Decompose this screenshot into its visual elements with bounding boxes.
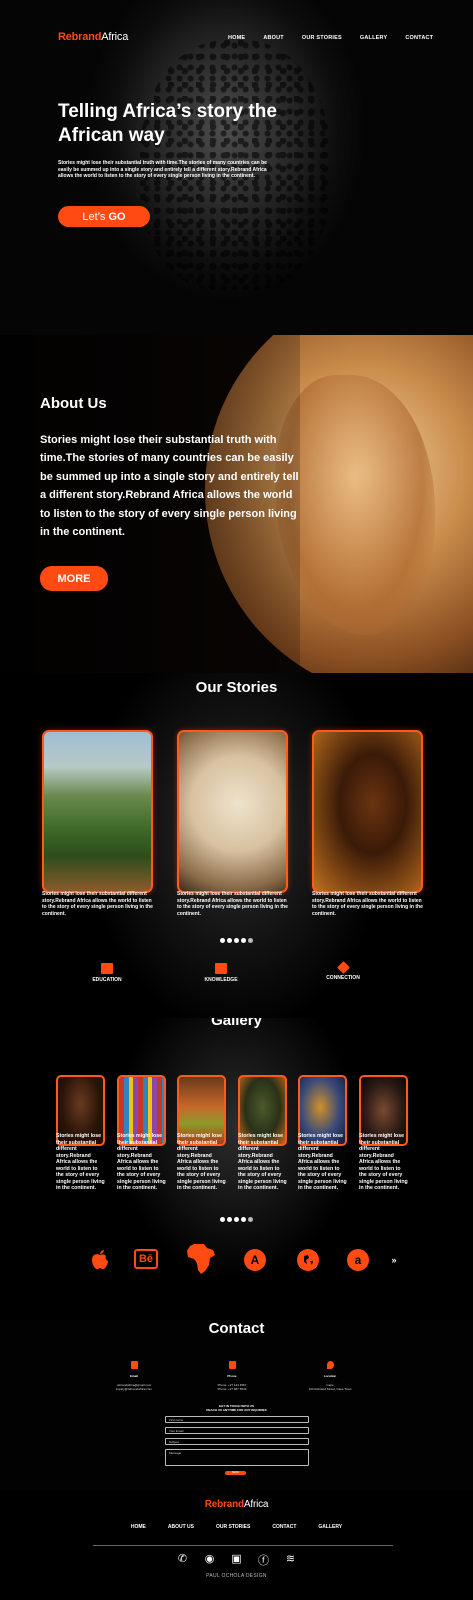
- footer-logo[interactable]: RebrandAfrica: [0, 1499, 473, 1510]
- phone-icon: [228, 1361, 236, 1369]
- footer-nav-contact[interactable]: CONTACT: [272, 1524, 296, 1530]
- carousel-dot[interactable]: [241, 938, 246, 943]
- gallery-section: Gallery Stories might lose their substan…: [0, 1018, 473, 1320]
- stories-carousel-dots: [0, 938, 473, 943]
- gallery-carousel-dots: [0, 1217, 473, 1222]
- spotify-icon[interactable]: ≋: [284, 1552, 298, 1568]
- carousel-dot[interactable]: [248, 938, 253, 943]
- hero-section: RebrandAfrica HOME ABOUT OUR STORIES GAL…: [0, 0, 473, 335]
- carousel-dot[interactable]: [234, 1217, 239, 1222]
- story-card-image[interactable]: [42, 730, 153, 893]
- connection-icon: [336, 961, 350, 974]
- gallery-caption: Stories might lose their substantial dif…: [238, 1133, 287, 1191]
- footer-icons: ✆ ◉ ▣ ⓕ ≋: [0, 1552, 473, 1568]
- story-card-text: Stories might lose their substantial dif…: [177, 891, 288, 917]
- whatsapp-icon[interactable]: ◉: [203, 1552, 217, 1568]
- apple-icon[interactable]: [90, 1249, 110, 1271]
- story-card-text: Stories might lose their substantial dif…: [42, 891, 153, 917]
- feature-knowledge[interactable]: KNOWLEDGE: [186, 963, 256, 983]
- gallery-caption: Stories might lose their substantial dif…: [117, 1133, 166, 1191]
- footer-nav: HOME ABOUT US OUR STORIES CONTACT GALLER…: [0, 1524, 473, 1530]
- brand-logo[interactable]: RebrandAfrica: [58, 31, 128, 43]
- story-card-image[interactable]: [312, 730, 423, 893]
- design-credit: PAUL OCHOLA DESIGN: [206, 1573, 267, 1579]
- app-store-icon[interactable]: A: [244, 1249, 266, 1271]
- contact-phone: Phone Phone: +27 123 4567 Phone: +27 987…: [187, 1361, 277, 1391]
- gallery-caption: Stories might lose their substantial dif…: [177, 1133, 226, 1191]
- gallery-caption: Stories might lose their substantial dif…: [298, 1133, 347, 1191]
- more-socials-button[interactable]: »: [388, 1249, 400, 1271]
- carousel-dot[interactable]: [248, 1217, 253, 1222]
- story-card-text: Stories might lose their substantial dif…: [312, 891, 423, 917]
- contact-location: Location Cape 123 Rebrand Street, Cape T…: [285, 1361, 375, 1391]
- africa-map-icon[interactable]: [186, 1243, 216, 1275]
- contact-email: Email rebrandafrica@gmail.com inquiry@re…: [89, 1361, 179, 1391]
- email-field[interactable]: Your Email: [165, 1427, 309, 1434]
- nav-about[interactable]: ABOUT: [263, 35, 284, 41]
- footer-nav-home[interactable]: HOME: [131, 1524, 146, 1530]
- globe-icon[interactable]: [297, 1249, 319, 1271]
- form-heading: GET IN TOUCH WITH US REACH US ANYTIME FO…: [206, 1404, 267, 1412]
- nav-gallery[interactable]: GALLERY: [360, 35, 387, 41]
- hero-text: Stories might lose their substantial tru…: [58, 160, 267, 179]
- gallery-caption: Stories might lose their substantial dif…: [359, 1133, 408, 1191]
- feature-connection[interactable]: CONNECTION: [308, 961, 378, 981]
- message-field[interactable]: Message: [165, 1449, 309, 1466]
- send-button[interactable]: SEND: [225, 1471, 246, 1475]
- gallery-title: Gallery: [211, 1018, 262, 1029]
- gallery-caption: Stories might lose their substantial dif…: [56, 1133, 105, 1191]
- instagram-icon[interactable]: ▣: [230, 1552, 244, 1568]
- footer-nav-our-stories[interactable]: OUR STORIES: [216, 1524, 250, 1530]
- story-card-image[interactable]: [177, 730, 288, 893]
- location-icon: [326, 1361, 334, 1369]
- stories-title: Our Stories: [195, 679, 278, 696]
- carousel-dot[interactable]: [227, 1217, 232, 1222]
- carousel-dot[interactable]: [220, 1217, 225, 1222]
- behance-icon[interactable]: Bē: [134, 1249, 158, 1269]
- stories-section: Our Stories Stories might lose their sub…: [0, 673, 473, 1018]
- book-icon: [101, 963, 113, 974]
- footer-nav-gallery[interactable]: GALLERY: [318, 1524, 342, 1530]
- more-button[interactable]: MORE: [40, 566, 108, 591]
- about-text: Stories might lose their substantial tru…: [40, 434, 299, 539]
- contact-title: Contact: [208, 1320, 265, 1337]
- hero-title: Telling Africa’s story the African way: [58, 101, 277, 146]
- knowledge-icon: [215, 963, 227, 974]
- nav-contact[interactable]: CONTACT: [405, 35, 433, 41]
- facebook-icon[interactable]: ⓕ: [257, 1552, 271, 1568]
- name-field[interactable]: First name: [165, 1416, 309, 1423]
- feature-education[interactable]: EDUCATION: [72, 963, 142, 983]
- footer-divider: [93, 1545, 393, 1546]
- carousel-dot[interactable]: [234, 938, 239, 943]
- nav-our-stories[interactable]: OUR STORIES: [302, 35, 342, 41]
- amazon-icon[interactable]: a: [347, 1249, 369, 1271]
- carousel-dot[interactable]: [241, 1217, 246, 1222]
- mail-icon: [130, 1361, 138, 1369]
- about-title: About Us: [40, 395, 107, 412]
- about-section: About Us Stories might lose their substa…: [0, 335, 473, 673]
- subject-field[interactable]: Subject: [165, 1438, 309, 1445]
- contact-section: Contact Email rebrandafrica@gmail.com in…: [0, 1320, 473, 1490]
- nav-home[interactable]: HOME: [228, 35, 245, 41]
- top-nav: HOME ABOUT OUR STORIES GALLERY CONTACT: [228, 35, 451, 41]
- lets-go-button[interactable]: Let’s GO: [58, 206, 150, 227]
- footer: RebrandAfrica HOME ABOUT US OUR STORIES …: [0, 1490, 473, 1600]
- carousel-dot[interactable]: [220, 938, 225, 943]
- phone-icon[interactable]: ✆: [176, 1552, 190, 1568]
- carousel-dot[interactable]: [227, 938, 232, 943]
- footer-nav-about[interactable]: ABOUT US: [168, 1524, 194, 1530]
